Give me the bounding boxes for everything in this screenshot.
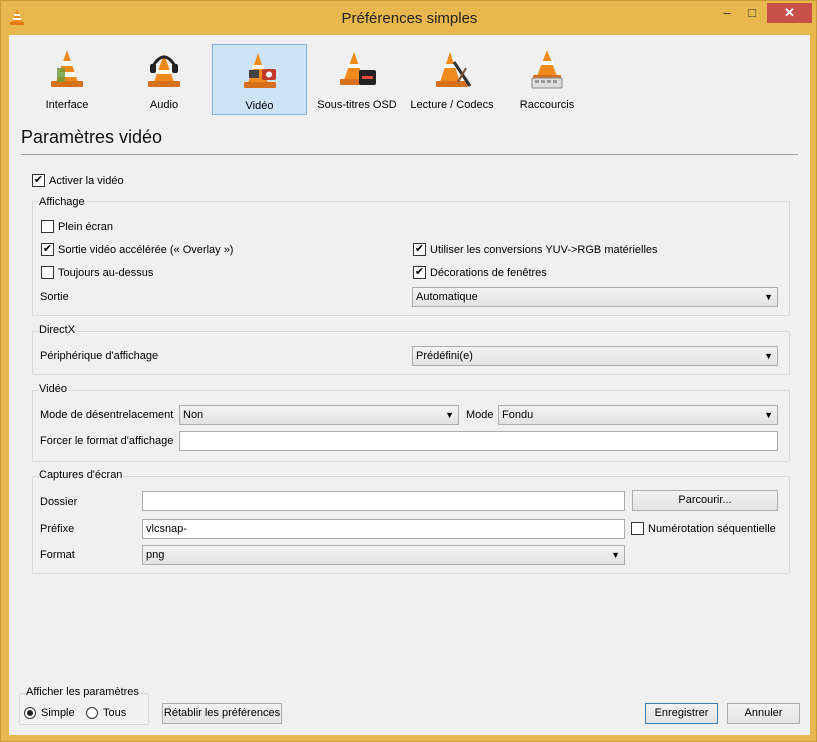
browse-button[interactable]: Parcourir... <box>632 490 778 511</box>
snapshots-group-label: Captures d'écran <box>39 469 125 481</box>
enable-video-label: Activer la vidéo <box>49 175 124 187</box>
force-aspect-label: Forcer le format d'affichage <box>40 435 174 447</box>
snapshot-format-select[interactable]: png ▼ <box>142 545 625 565</box>
overlay-checkbox[interactable]: ✔ <box>41 243 54 256</box>
dropdown-arrow-icon: ▼ <box>611 550 620 560</box>
reset-preferences-button[interactable]: Rétablir les préférences <box>162 703 282 724</box>
save-button[interactable]: Enregistrer <box>645 703 718 724</box>
headphones-cone-icon <box>148 54 180 87</box>
decorations-checkbox[interactable]: ✔ <box>413 266 426 279</box>
close-button[interactable]: ✕ <box>767 3 812 23</box>
vlc-cone-icon <box>51 50 83 87</box>
category-subtitles-osd[interactable]: Sous-titres OSD <box>307 44 407 114</box>
window-title: Préférences simples <box>341 10 478 27</box>
deinterlace-mode-value: Fondu <box>502 409 534 421</box>
dialog-body: Interface Audio Vidéo Sous-titres OSD Le… <box>9 35 810 735</box>
fullscreen-label: Plein écran <box>58 221 114 233</box>
display-group-label: Affichage <box>39 196 87 208</box>
category-label: Vidéo <box>245 100 274 112</box>
sequential-numbering-label: Numérotation séquentielle <box>648 523 776 535</box>
output-select[interactable]: Automatique ▼ <box>412 287 778 307</box>
snapshot-prefix-input[interactable]: vlcsnap- <box>142 519 625 539</box>
video-group-label: Vidéo <box>39 383 69 395</box>
overlay-label: Sortie vidéo accélérée (« Overlay ») <box>58 244 234 256</box>
deinterlace-select[interactable]: Non ▼ <box>179 405 459 425</box>
category-video[interactable]: Vidéo <box>212 44 307 115</box>
display-device-select[interactable]: Prédéfini(e) ▼ <box>412 346 778 366</box>
category-label: Raccourcis <box>519 99 575 111</box>
codecs-cone-icon <box>436 52 472 87</box>
title-divider <box>21 154 798 155</box>
sequential-numbering-checkbox[interactable] <box>631 522 644 535</box>
category-hotkeys[interactable]: Raccourcis <box>497 44 597 114</box>
category-label: Sous-titres OSD <box>317 99 397 111</box>
deinterlace-mode-label: Mode <box>466 409 494 421</box>
yuv-rgb-checkbox[interactable]: ✔ <box>413 243 426 256</box>
dropdown-arrow-icon: ▼ <box>764 292 773 302</box>
simple-radio-label: Simple <box>41 707 75 719</box>
dropdown-arrow-icon: ▼ <box>445 410 454 420</box>
snapshot-format-label: Format <box>40 549 75 561</box>
snapshot-folder-input[interactable] <box>142 491 625 511</box>
preferences-window: Préférences simples – □ ✕ Interface Audi… <box>0 0 817 742</box>
category-audio[interactable]: Audio <box>117 44 211 114</box>
always-on-top-checkbox[interactable] <box>41 266 54 279</box>
video-group <box>32 390 790 462</box>
category-interface[interactable]: Interface <box>17 44 117 114</box>
snapshot-prefix-label: Préfixe <box>40 523 75 535</box>
keyboard-cone-icon <box>531 50 563 89</box>
minimize-button[interactable]: – <box>714 3 740 23</box>
deinterlace-label: Mode de désentrelacement <box>40 409 174 421</box>
video-cone-icon <box>243 53 276 88</box>
snapshot-folder-label: Dossier <box>40 496 78 508</box>
show-settings-label: Afficher les paramètres <box>26 686 141 698</box>
fullscreen-checkbox[interactable] <box>41 220 54 233</box>
enable-video-checkbox[interactable]: ✔ <box>32 174 45 187</box>
output-value: Automatique <box>416 291 478 303</box>
snapshot-format-value: png <box>146 549 165 561</box>
deinterlace-value: Non <box>183 409 204 421</box>
display-device-label: Périphérique d'affichage <box>40 350 159 362</box>
yuv-rgb-label: Utiliser les conversions YUV->RGB matéri… <box>430 244 658 256</box>
simple-radio[interactable] <box>24 707 36 719</box>
output-label: Sortie <box>40 291 69 303</box>
category-label: Lecture / Codecs <box>410 99 494 111</box>
all-radio[interactable] <box>86 707 98 719</box>
force-aspect-input[interactable] <box>179 431 778 451</box>
decorations-label: Décorations de fenêtres <box>430 267 547 279</box>
always-on-top-label: Toujours au-dessus <box>58 267 154 279</box>
cancel-button[interactable]: Annuler <box>727 703 800 724</box>
deinterlace-mode-select[interactable]: Fondu ▼ <box>498 405 778 425</box>
display-device-value: Prédéfini(e) <box>416 350 473 362</box>
all-radio-label: Tous <box>103 707 127 719</box>
dropdown-arrow-icon: ▼ <box>764 351 773 361</box>
category-label: Audio <box>149 99 179 111</box>
maximize-button[interactable]: □ <box>739 3 765 23</box>
title-bar[interactable]: Préférences simples – □ ✕ <box>1 1 817 35</box>
category-playback-codecs[interactable]: Lecture / Codecs <box>407 44 497 114</box>
subtitles-cone-icon <box>340 52 376 85</box>
page-title: Paramètres vidéo <box>21 127 163 147</box>
dropdown-arrow-icon: ▼ <box>764 410 773 420</box>
category-label: Interface <box>45 99 89 111</box>
directx-group-label: DirectX <box>39 324 78 336</box>
